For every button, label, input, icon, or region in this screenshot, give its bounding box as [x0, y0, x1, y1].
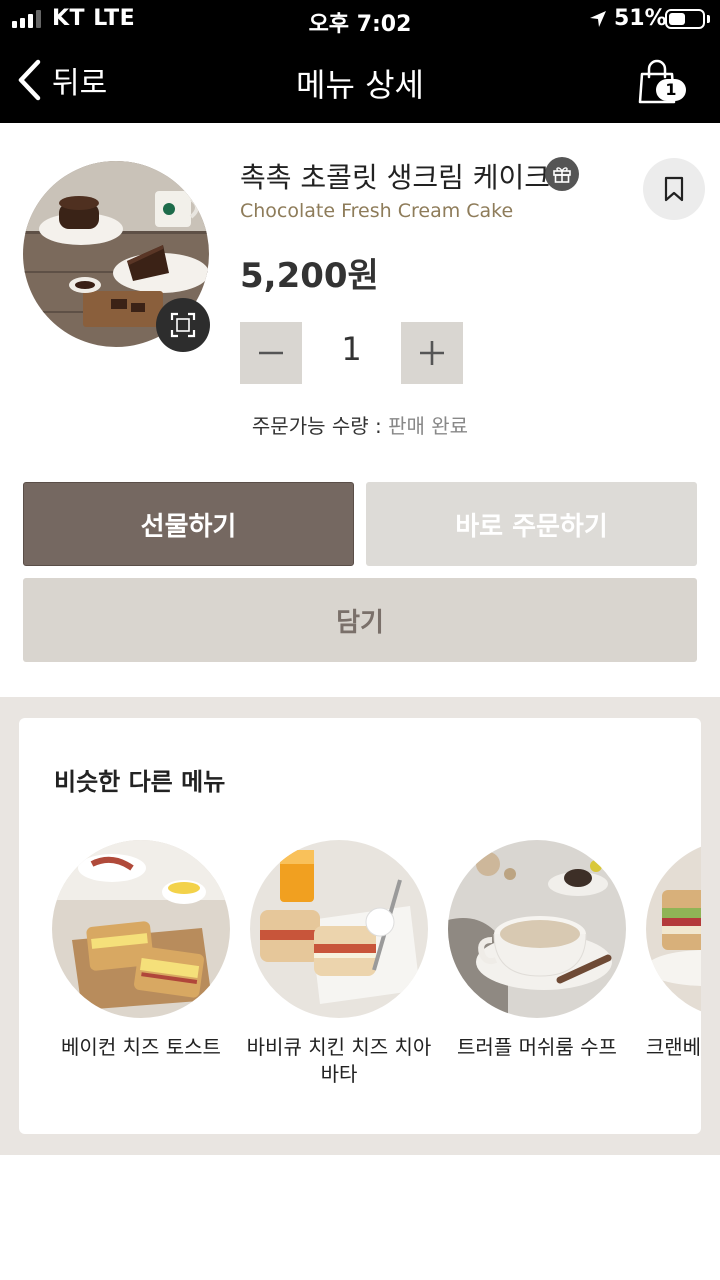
- back-button[interactable]: 뒤로: [16, 56, 107, 104]
- product-name: 촉촉 초콜릿 생크림 케이크: [240, 161, 551, 194]
- quantity-decrease-button[interactable]: [240, 322, 302, 384]
- similar-menu-item[interactable]: 바비큐 치킨 치즈 치아바타: [244, 840, 434, 1088]
- battery-percent: 51%: [614, 6, 667, 31]
- plus-icon: [420, 341, 444, 365]
- status-bar: KT LTE 오후 7:02 51%: [0, 0, 720, 40]
- menu-item-name: 베이컨 치즈 토스트: [61, 1035, 221, 1059]
- similar-menu-title: 비슷한 다른 메뉴: [54, 768, 226, 796]
- menu-item-image: [250, 840, 428, 1018]
- similar-menu-item[interactable]: 베이컨 치즈 토스트: [46, 840, 236, 1061]
- menu-item-image: [448, 840, 626, 1018]
- menu-item-name: 트러플 머쉬룸 수프: [457, 1035, 617, 1059]
- battery-level-fill: [669, 13, 685, 25]
- gift-button[interactable]: 선물하기: [23, 482, 354, 566]
- order-now-button[interactable]: 바로 주문하기: [366, 482, 697, 566]
- status-time: 오후 7:02: [308, 12, 412, 37]
- chevron-left-icon: [18, 59, 41, 101]
- similar-menu-item[interactable]: 크랜베리 치킨 샌드위치: [640, 840, 701, 1088]
- battery-nub: [707, 15, 710, 23]
- quantity-increase-button[interactable]: [401, 322, 463, 384]
- location-arrow-icon: [590, 11, 606, 27]
- menu-item-name: 크랜베리 치킨 샌드위치: [645, 1035, 701, 1059]
- stock-info: 주문가능 수량 : 판매 완료: [0, 410, 720, 439]
- app-header: 뒤로 메뉴 상세 1: [0, 40, 720, 123]
- quantity-value: 1: [341, 330, 362, 368]
- menu-item-image: [646, 840, 701, 1018]
- product-name-english: Chocolate Fresh Cream Cake: [240, 200, 514, 222]
- similar-menu-card: 비슷한 다른 메뉴 베이컨 치즈 토스트 바비큐 치킨 치즈 치아바타 트러플 …: [19, 718, 701, 1134]
- bookmark-icon: [664, 176, 684, 202]
- menu-item-image: [52, 840, 230, 1018]
- bookmark-button[interactable]: [643, 158, 705, 220]
- menu-item-name: 바비큐 치킨 치즈 치아바타: [246, 1035, 432, 1086]
- back-label: 뒤로: [52, 66, 108, 101]
- cart-count-badge[interactable]: 1: [656, 79, 686, 101]
- battery-icon: [665, 9, 705, 29]
- minus-icon: [259, 351, 283, 355]
- expand-icon: [170, 312, 196, 338]
- similar-menu-item[interactable]: 트러플 머쉬룸 수프: [442, 840, 632, 1061]
- stock-label: 주문가능 수량 :: [251, 414, 389, 438]
- stock-status: 판매 완료: [388, 414, 469, 438]
- page-title: 메뉴 상세: [296, 66, 424, 104]
- add-to-cart-button[interactable]: 담기: [23, 578, 697, 662]
- zoom-image-button[interactable]: [156, 298, 210, 352]
- gift-icon: [545, 157, 579, 191]
- product-price: 5,200원: [240, 256, 379, 296]
